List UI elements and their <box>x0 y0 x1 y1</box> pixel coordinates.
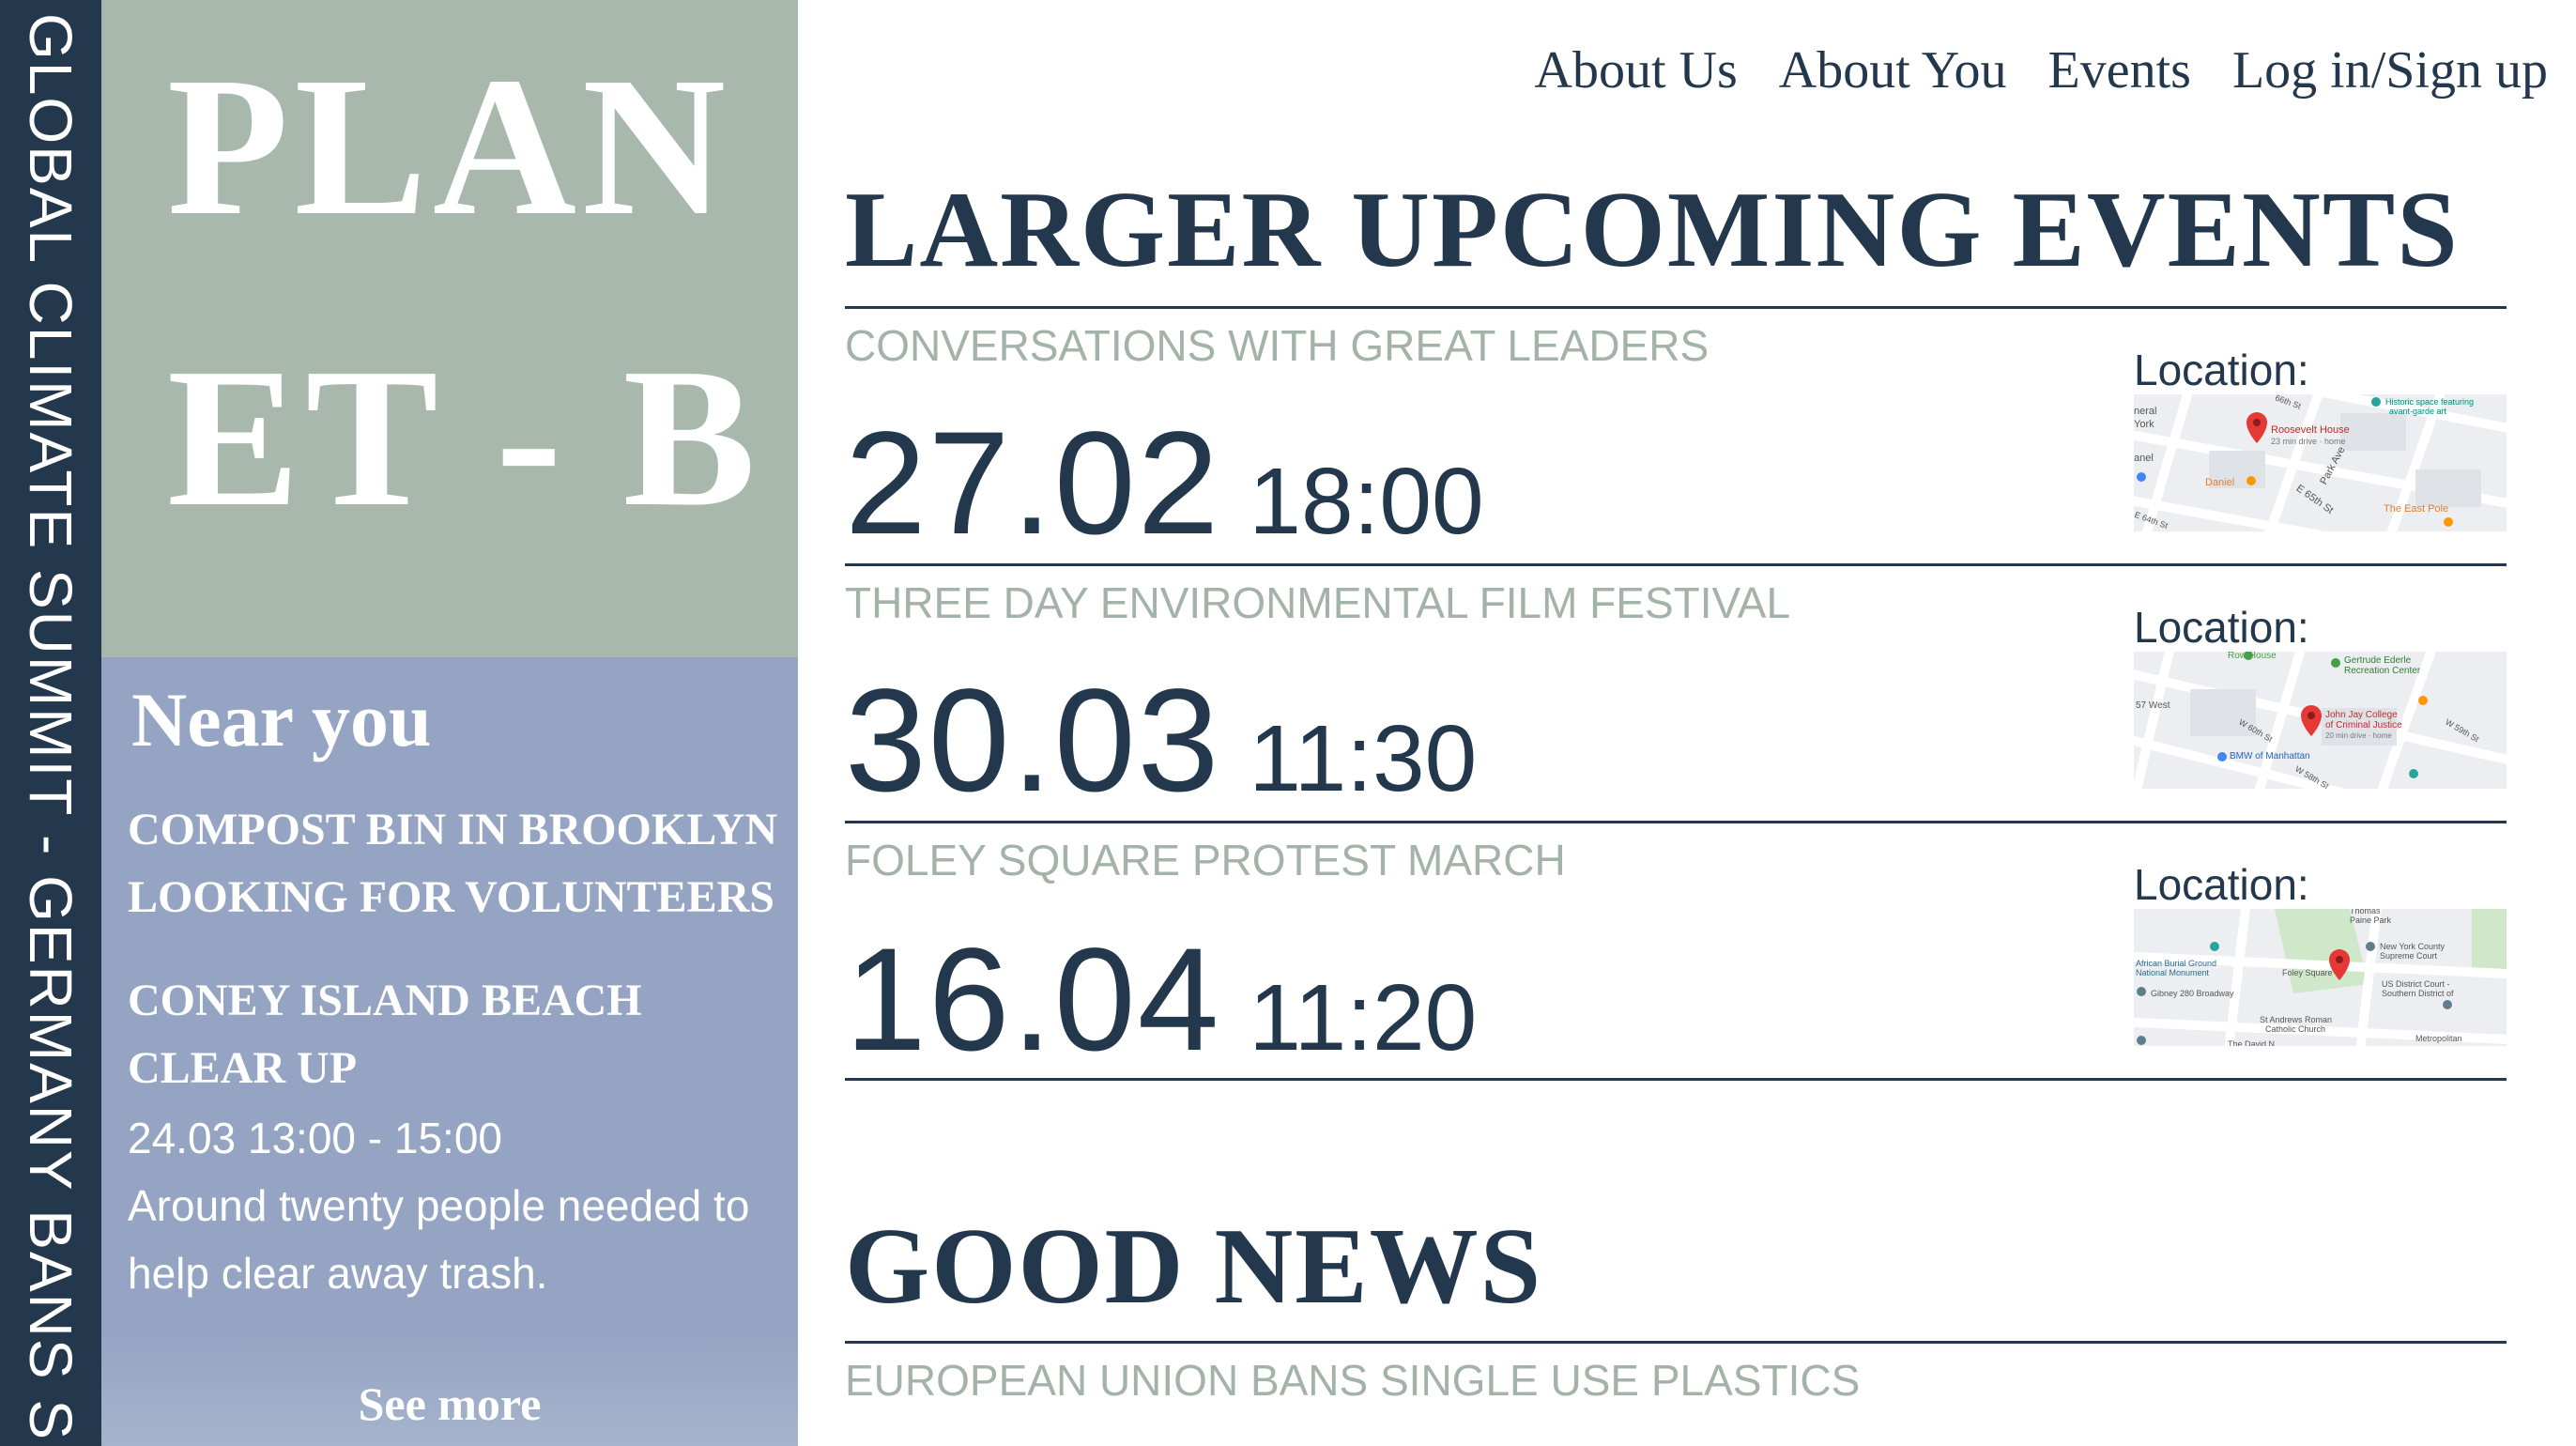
map-label: Paine Park <box>2350 915 2392 925</box>
event-name[interactable]: FOLEY SQUARE PROTEST MARCH <box>845 832 1566 888</box>
map-label: 23 min drive · home <box>2271 437 2346 446</box>
news-ticker: GLOBAL CLIMATE SUMMIT - GERMANY BANS SI <box>0 0 101 1446</box>
news-item-title[interactable]: EUROPEAN UNION BANS SINGLE USE PLASTICS <box>845 1352 1860 1408</box>
good-news-title: GOOD NEWS <box>845 1207 1543 1327</box>
divider <box>845 821 2507 823</box>
logo[interactable]: PLAN ET - B <box>101 0 798 657</box>
map-label: York <box>2134 419 2154 430</box>
event-date: 27.02 <box>845 402 1221 565</box>
map-label: 20 min drive · home <box>2325 731 2392 740</box>
ticker-text: GLOBAL CLIMATE SUMMIT - GERMANY BANS SI <box>17 13 84 1446</box>
map-label: anel <box>2134 453 2154 464</box>
near-you-title: Near you <box>131 677 432 762</box>
map-label: Catholic Church <box>2265 1024 2326 1034</box>
event-time: 18:00 <box>1249 449 1484 554</box>
map-label: Recreation Center <box>2344 666 2421 676</box>
location-label: Location: <box>2134 860 2309 909</box>
map-label: The David N <box>2228 1039 2276 1046</box>
map-label: Daniel <box>2205 477 2235 488</box>
location-label: Location: <box>2134 346 2309 394</box>
divider <box>845 1078 2507 1081</box>
map-label: Metropolitan <box>2415 1034 2462 1043</box>
near-item-description: Around twenty people needed to help clea… <box>128 1181 750 1298</box>
event-datetime: 27.02 18:00 <box>845 404 1484 581</box>
event-datetime: 16.04 11:20 <box>845 920 1477 1098</box>
near-item-time: 24.03 13:00 - 15:00 <box>128 1114 502 1162</box>
map-label: 57 West <box>2136 700 2170 711</box>
divider <box>845 306 2507 309</box>
map-label: Row House <box>2228 652 2277 661</box>
near-you-panel: Near you COMPOST BIN IN BROOKLYN LOOKING… <box>101 657 798 1446</box>
map-label: neral <box>2134 406 2157 417</box>
map-label: avant-garde art <box>2389 407 2447 416</box>
divider <box>845 1341 2507 1344</box>
see-more-link[interactable]: See more <box>101 1371 798 1437</box>
map-label: The East Pole <box>2384 503 2449 515</box>
logo-line-1: PLAN <box>167 36 732 256</box>
divider <box>845 563 2507 566</box>
map-label: Supreme Court <box>2380 951 2438 961</box>
map-label: Foley Square <box>2282 968 2333 977</box>
nav-about-us[interactable]: About Us <box>1535 28 1738 113</box>
nav-events[interactable]: Events <box>2048 28 2191 113</box>
event-name[interactable]: CONVERSATIONS WITH GREAT LEADERS <box>845 317 1709 374</box>
main-nav: About Us About You Events Log in/Sign up <box>1535 28 2548 113</box>
near-item-title[interactable]: CONEY ISLAND BEACH CLEAR UP <box>128 967 785 1102</box>
event-date: 30.03 <box>845 659 1221 823</box>
nav-login-signup[interactable]: Log in/Sign up <box>2232 28 2548 113</box>
event-map[interactable]: African Burial Ground National Monument … <box>2134 909 2507 1046</box>
map-label: Gibney 280 Broadway <box>2151 989 2234 998</box>
event-map[interactable]: Roosevelt House 23 min drive · home Hist… <box>2134 394 2507 531</box>
event-time: 11:30 <box>1249 706 1478 811</box>
map-label: National Monument <box>2136 968 2210 977</box>
event-date: 16.04 <box>845 918 1221 1082</box>
event-time: 11:20 <box>1249 965 1478 1070</box>
location-label: Location: <box>2134 603 2309 652</box>
events-section-title: LARGER UPCOMING EVENTS <box>845 170 2460 290</box>
map-label: BMW of Manhattan <box>2230 751 2310 761</box>
map-label: Southern District of <box>2382 989 2454 998</box>
event-name[interactable]: THREE DAY ENVIRONMENTAL FILM FESTIVAL <box>845 575 1790 631</box>
near-item-title[interactable]: COMPOST BIN IN BROOKLYN LOOKING FOR VOLU… <box>128 796 785 931</box>
nav-about-you[interactable]: About You <box>1779 28 2007 113</box>
map-label: Roosevelt House <box>2271 424 2350 436</box>
event-map[interactable]: Row House Gertrude Ederle Recreation Cen… <box>2134 652 2507 789</box>
logo-line-2: ET - B <box>167 327 761 547</box>
event-datetime: 30.03 11:30 <box>845 661 1477 838</box>
